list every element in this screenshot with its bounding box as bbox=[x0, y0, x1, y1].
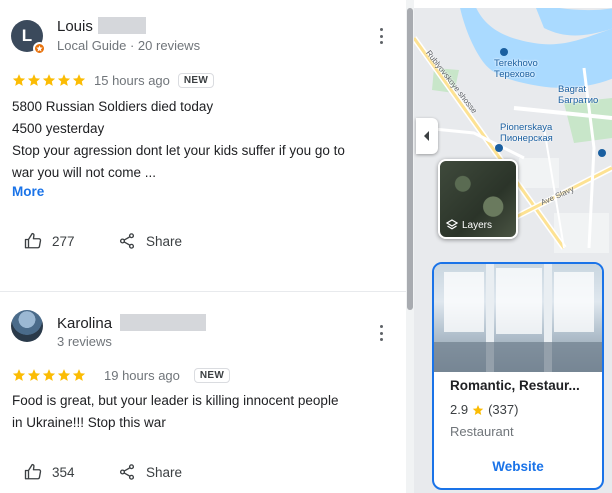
layers-icon bbox=[446, 219, 458, 230]
review-text-line: Stop your agression dont let your kids s… bbox=[12, 143, 345, 158]
layers-label-row: Layers bbox=[446, 219, 492, 231]
share-icon bbox=[119, 464, 135, 480]
review-card: Karolina 3 reviews 19 hours ago NEW Food… bbox=[0, 292, 406, 493]
star-icon bbox=[27, 369, 41, 381]
star-icon bbox=[72, 369, 86, 381]
redacted-surname bbox=[120, 314, 206, 331]
star-icon bbox=[42, 74, 56, 86]
star-icon bbox=[12, 74, 26, 86]
reviews-panel: L Louis Local Guide · 20 reviews 15 hour… bbox=[0, 0, 406, 493]
review-text-line: 4500 yesterday bbox=[12, 121, 105, 136]
collapse-panel-button[interactable] bbox=[416, 118, 438, 154]
map-label-terekhovo: Terekhovo Терехово bbox=[494, 58, 538, 80]
place-card[interactable]: Romantic, Restaur... 2.9 (337) Restauran… bbox=[432, 262, 604, 490]
reviewer-meta: Local Guide · 20 reviews bbox=[57, 38, 201, 53]
place-rating: 2.9 bbox=[450, 402, 469, 417]
star-rating bbox=[12, 73, 86, 87]
review-time: 15 hours ago bbox=[94, 72, 170, 88]
map-label-text: Pionerskaya bbox=[500, 122, 553, 133]
review-text: Food is great, but your leader is killin… bbox=[12, 390, 338, 434]
more-options-icon[interactable] bbox=[378, 325, 384, 341]
review-text-line: in Ukraine!!! Stop this war bbox=[12, 415, 166, 430]
place-name: Romantic, Restaur... bbox=[450, 378, 580, 393]
photo-detail bbox=[444, 272, 484, 332]
star-rating bbox=[12, 368, 86, 382]
star-icon bbox=[57, 74, 71, 86]
map-label-bagrat: Bagrat Багратио bbox=[558, 84, 598, 106]
photo-detail bbox=[554, 272, 594, 332]
star-icon bbox=[57, 369, 71, 381]
place-reviews-count: (337) bbox=[488, 402, 519, 417]
share-label: Share bbox=[146, 233, 183, 249]
redacted-surname bbox=[98, 17, 146, 34]
website-button[interactable]: Website bbox=[434, 459, 602, 474]
star-icon bbox=[472, 404, 484, 415]
local-guide-badge-icon bbox=[33, 42, 46, 55]
star-icon bbox=[42, 369, 56, 381]
new-badge: NEW bbox=[193, 367, 231, 383]
place-photo bbox=[434, 264, 602, 372]
star-icon bbox=[72, 74, 86, 86]
rating-row: 15 hours ago NEW bbox=[12, 71, 215, 89]
thumbs-up-icon bbox=[24, 463, 42, 480]
rating-row: 19 hours ago NEW bbox=[12, 366, 231, 384]
reviewer-name[interactable]: Karolina bbox=[57, 315, 112, 332]
more-options-icon[interactable] bbox=[378, 28, 384, 44]
reviewer-name[interactable]: Louis bbox=[57, 18, 93, 35]
share-button[interactable]: Share bbox=[118, 232, 182, 250]
new-badge: NEW bbox=[177, 72, 215, 88]
photo-detail bbox=[434, 342, 602, 372]
review-text-line: 5800 Russian Soldiers died today bbox=[12, 99, 214, 114]
like-button[interactable]: 354 bbox=[24, 463, 75, 481]
avatar[interactable] bbox=[11, 310, 43, 342]
star-icon bbox=[27, 74, 41, 86]
photo-detail bbox=[496, 268, 542, 334]
share-button[interactable]: Share bbox=[118, 463, 182, 481]
reviewer-meta: 3 reviews bbox=[57, 334, 112, 349]
star-icon bbox=[12, 369, 26, 381]
avatar-photo bbox=[11, 310, 43, 342]
map-label-text: Bagrat bbox=[558, 84, 586, 95]
layers-label: Layers bbox=[462, 219, 493, 231]
like-button[interactable]: 277 bbox=[24, 232, 75, 250]
place-type: Restaurant bbox=[450, 424, 514, 439]
review-card: L Louis Local Guide · 20 reviews 15 hour… bbox=[0, 0, 406, 292]
avatar[interactable]: L bbox=[11, 20, 46, 55]
thumbs-up-icon bbox=[24, 232, 42, 249]
review-text: 5800 Russian Soldiers died today 4500 ye… bbox=[12, 96, 345, 184]
review-time: 19 hours ago bbox=[104, 367, 180, 383]
share-icon bbox=[119, 233, 135, 249]
scrollbar-thumb[interactable] bbox=[407, 8, 413, 310]
share-label: Share bbox=[146, 464, 183, 480]
review-text-line: Food is great, but your leader is killin… bbox=[12, 393, 339, 408]
map-label-text: Терехово bbox=[494, 69, 536, 80]
review-text-line: war you will not come ... bbox=[12, 165, 157, 180]
map-label-text: Пионерская bbox=[500, 133, 553, 144]
like-count: 277 bbox=[52, 233, 75, 249]
map-label-pionerskaya: Pionerskaya Пионерская bbox=[500, 122, 553, 144]
more-link[interactable]: More bbox=[12, 184, 44, 199]
layers-button[interactable]: Layers bbox=[438, 159, 518, 239]
map-label-text: Багратио bbox=[558, 95, 599, 106]
place-rating-row: 2.9 (337) bbox=[450, 402, 518, 417]
map-label-text: Terekhovo bbox=[494, 58, 538, 69]
chevron-left-icon bbox=[424, 131, 429, 141]
like-count: 354 bbox=[52, 464, 75, 480]
